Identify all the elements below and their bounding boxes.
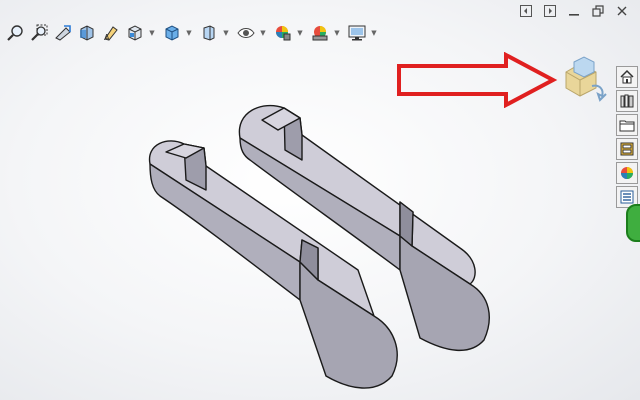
display-style-dropdown[interactable]: ▼ bbox=[185, 22, 193, 44]
appearances-icon[interactable] bbox=[616, 162, 638, 184]
heads-up-view-toolbar: A ▼ ▼ ▼ ▼ ▼ ▼ ▼ bbox=[4, 20, 381, 46]
zoom-to-fit-icon[interactable] bbox=[4, 22, 26, 44]
previous-view-icon[interactable] bbox=[52, 22, 74, 44]
apply-scene-dropdown[interactable]: ▼ bbox=[333, 22, 341, 44]
window-controls bbox=[516, 2, 632, 20]
home-icon[interactable] bbox=[616, 66, 638, 88]
cube-rotate-icon[interactable] bbox=[556, 54, 608, 102]
apply-scene-icon[interactable] bbox=[309, 22, 331, 44]
view-palette-icon[interactable] bbox=[616, 138, 638, 160]
tile-right-icon[interactable] bbox=[540, 2, 560, 20]
edit-appearance-icon[interactable] bbox=[272, 22, 294, 44]
edit-appearance-dropdown[interactable]: ▼ bbox=[296, 22, 304, 44]
hide-show-items-dropdown[interactable]: ▼ bbox=[222, 22, 230, 44]
hide-show-items-icon[interactable] bbox=[198, 22, 220, 44]
view-settings-icon[interactable] bbox=[346, 22, 368, 44]
task-pane bbox=[616, 66, 638, 208]
annotation-arrow bbox=[397, 52, 558, 108]
svg-text:A: A bbox=[104, 33, 110, 42]
eye-icon[interactable] bbox=[235, 22, 257, 44]
view-orientation-icon[interactable] bbox=[124, 22, 146, 44]
restore-icon[interactable] bbox=[588, 2, 608, 20]
close-icon[interactable] bbox=[612, 2, 632, 20]
side-panel-tab[interactable] bbox=[626, 204, 640, 242]
view-settings-dropdown[interactable]: ▼ bbox=[370, 22, 378, 44]
file-explorer-icon[interactable] bbox=[616, 114, 638, 136]
display-style-icon[interactable] bbox=[161, 22, 183, 44]
tile-left-icon[interactable] bbox=[516, 2, 536, 20]
eye-dropdown[interactable]: ▼ bbox=[259, 22, 267, 44]
zoom-to-area-icon[interactable] bbox=[28, 22, 50, 44]
design-library-icon[interactable] bbox=[616, 90, 638, 112]
view-orientation-dropdown[interactable]: ▼ bbox=[148, 22, 156, 44]
section-view-icon[interactable] bbox=[76, 22, 98, 44]
minimize-icon[interactable] bbox=[564, 2, 584, 20]
dynamic-annotation-icon[interactable]: A bbox=[100, 22, 122, 44]
